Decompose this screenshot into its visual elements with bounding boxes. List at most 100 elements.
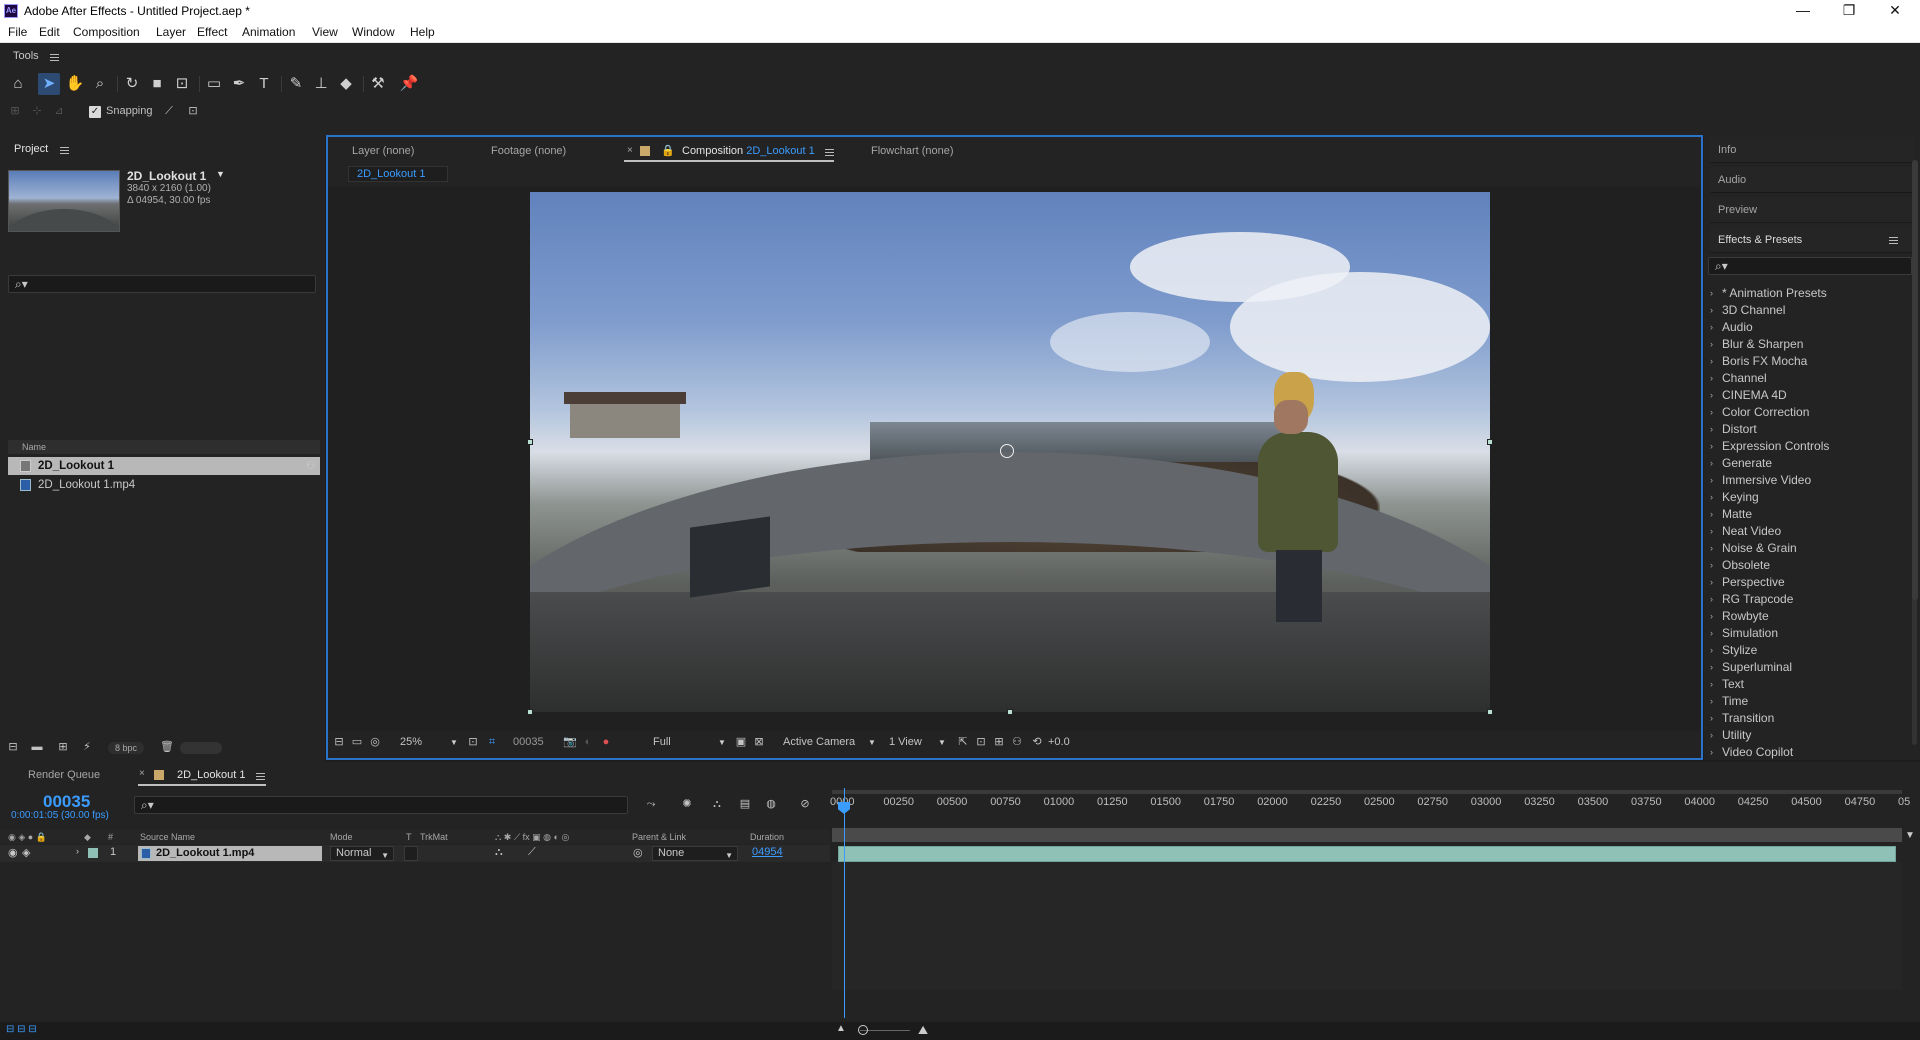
brush-tool-icon[interactable]: ✎ — [285, 73, 307, 95]
trkmat-header[interactable]: TrkMat — [420, 832, 448, 842]
project-tab[interactable]: Project — [14, 143, 48, 155]
transform-handle[interactable] — [527, 709, 533, 715]
render-time-icons[interactable]: ⊟ ⊟ ⊟ — [6, 1024, 37, 1035]
flowchart-icon[interactable]: ⚇ — [306, 459, 316, 472]
camera-tool-icon[interactable]: ■ — [146, 73, 168, 95]
clone-stamp-tool-icon[interactable]: ⊥ — [310, 73, 332, 95]
rectangle-tool-icon[interactable]: ▭ — [203, 73, 225, 95]
home-icon[interactable]: ⌂ — [7, 73, 29, 95]
transparency-grid-icon[interactable]: ⊠ — [752, 736, 766, 749]
lock-icon[interactable]: 🔒 — [661, 144, 675, 157]
menu-window[interactable]: Window — [352, 25, 395, 39]
region-of-interest-icon[interactable]: ▣ — [734, 736, 748, 749]
zoom-tool-icon[interactable]: ⌕ — [89, 73, 111, 95]
monitor-icon[interactable]: ▭ — [350, 736, 364, 749]
toggle-pixel-aspect-icon[interactable]: ⇱ — [956, 736, 970, 749]
zoom-out-icon[interactable]: ▲ — [836, 1023, 846, 1034]
effects-category-item[interactable]: › Color Correction — [1708, 404, 1908, 421]
channels-icon[interactable]: ● — [599, 736, 613, 749]
footage-tab[interactable]: Footage (none) — [491, 145, 566, 157]
effects-category-item[interactable]: › Immersive Video — [1708, 472, 1908, 489]
audio-tab[interactable]: Audio — [1710, 167, 1914, 193]
close-tab-icon[interactable]: × — [139, 768, 145, 779]
project-item-composition[interactable]: 2D_Lookout 1 — [8, 457, 320, 475]
visibility-eye-icon[interactable]: ◉ — [8, 846, 18, 859]
view-axis-icon[interactable]: ⊿ — [52, 105, 66, 118]
always-preview-icon[interactable]: ⊟ — [332, 736, 346, 749]
pan-behind-tool-icon[interactable]: ⊡ — [171, 73, 193, 95]
timeline-track-area[interactable] — [832, 862, 1902, 990]
composition-menu-icon[interactable] — [825, 149, 834, 156]
effects-category-item[interactable]: › Expression Controls — [1708, 438, 1908, 455]
parent-select[interactable]: None ▼ — [652, 846, 738, 861]
view-layout-select[interactable]: 1 View — [889, 736, 922, 748]
motion-blur-icon[interactable]: ◍ — [764, 798, 778, 811]
snap-edge-icon[interactable]: ⟋ — [162, 105, 176, 118]
effects-category-item[interactable]: › * Animation Presets — [1708, 285, 1908, 302]
effects-category-item[interactable]: › RG Trapcode — [1708, 591, 1908, 608]
menu-help[interactable]: Help — [410, 25, 435, 39]
bit-depth-button[interactable]: 8 bpc — [108, 742, 144, 754]
world-axis-icon[interactable]: ⊹ — [30, 105, 44, 118]
effects-category-item[interactable]: › Channel — [1708, 370, 1908, 387]
source-name-header[interactable]: Source Name — [140, 832, 195, 842]
comp-dropdown-icon[interactable]: ▼ — [216, 169, 225, 179]
chevron-down-icon[interactable]: ▼ — [450, 738, 458, 747]
timeline-menu-icon[interactable] — [256, 773, 265, 780]
mode-header[interactable]: Mode — [330, 832, 353, 842]
chevron-down-icon[interactable]: ▼ — [868, 738, 876, 747]
expand-chevron-icon[interactable]: › — [76, 846, 79, 856]
effects-category-item[interactable]: › Obsolete — [1708, 557, 1908, 574]
chevron-down-icon[interactable]: ▼ — [938, 738, 946, 747]
frame-blending-icon[interactable]: ▤ — [738, 798, 752, 811]
composition-subtab[interactable]: 2D_Lookout 1 — [348, 166, 448, 182]
parent-link-header[interactable]: Parent & Link — [632, 832, 686, 842]
layer-row[interactable]: ◉ ◈ › 1 2D_Lookout 1.mp4 Normal ▼ ⛬ ⟋ ◎ … — [0, 845, 830, 862]
rotation-tool-icon[interactable]: ↻ — [121, 73, 143, 95]
effects-category-item[interactable]: › Neat Video — [1708, 523, 1908, 540]
composition-tab[interactable]: Composition 2D_Lookout 1 — [682, 145, 815, 157]
menu-layer[interactable]: Layer — [156, 25, 186, 39]
effects-category-item[interactable]: › 3D Channel — [1708, 302, 1908, 319]
hand-tool-icon[interactable]: ✋ — [64, 73, 86, 95]
render-queue-tab[interactable]: Render Queue — [28, 769, 100, 781]
effects-category-item[interactable]: › Time — [1708, 693, 1908, 710]
effects-category-item[interactable]: › Video Copilot — [1708, 744, 1908, 761]
menu-effect[interactable]: Effect — [197, 25, 227, 39]
type-tool-icon[interactable]: T — [253, 73, 275, 95]
camera-select[interactable]: Active Camera — [783, 736, 855, 748]
chevron-down-icon[interactable]: ▼ — [718, 738, 726, 747]
shy-layers-icon[interactable]: ⛬ — [710, 798, 724, 811]
vr-icon[interactable]: ◎ — [368, 736, 382, 749]
effects-category-item[interactable]: › Generate — [1708, 455, 1908, 472]
quality-switch-icon[interactable]: ⟋ — [528, 846, 536, 859]
fast-previews-icon[interactable]: ⊡ — [974, 736, 988, 749]
effects-category-item[interactable]: › Text — [1708, 676, 1908, 693]
exposure-value[interactable]: +0.0 — [1048, 736, 1070, 748]
zoom-level[interactable]: 25% — [400, 736, 422, 748]
snapshot-icon[interactable]: 📷 — [563, 736, 577, 749]
comp-mini-flowchart-icon[interactable]: ⤳ — [644, 798, 658, 811]
resolution-select[interactable]: Full — [653, 736, 671, 748]
project-search-input[interactable]: ⌕▾ — [8, 275, 316, 293]
preview-tab[interactable]: Preview — [1710, 197, 1914, 223]
trash-icon[interactable]: 🗑 — [160, 741, 174, 754]
menu-composition[interactable]: Composition — [73, 25, 140, 39]
menu-view[interactable]: View — [312, 25, 338, 39]
snap-features-icon[interactable]: ⊡ — [186, 105, 200, 118]
project-item-footage[interactable]: 2D_Lookout 1.mp4 — [8, 476, 320, 494]
roto-brush-tool-icon[interactable]: ⚒ — [367, 73, 389, 95]
menu-file[interactable]: File — [8, 25, 27, 39]
local-axis-icon[interactable]: ⊞ — [8, 105, 22, 118]
effects-category-item[interactable]: › Audio — [1708, 319, 1908, 336]
flowchart-tab[interactable]: Flowchart (none) — [871, 145, 954, 157]
fit-icon[interactable]: ⊡ — [466, 736, 480, 749]
effects-menu-icon[interactable] — [1889, 237, 1898, 244]
effects-category-item[interactable]: › Distort — [1708, 421, 1908, 438]
audio-speaker-icon[interactable]: ◈ — [22, 846, 30, 859]
current-time-field[interactable]: 00035 — [513, 736, 544, 748]
transform-handle[interactable] — [1007, 709, 1013, 715]
effects-category-item[interactable]: › Noise & Grain — [1708, 540, 1908, 557]
layer-duration-bar[interactable] — [838, 846, 1896, 862]
anchor-point-icon[interactable] — [1000, 444, 1014, 458]
